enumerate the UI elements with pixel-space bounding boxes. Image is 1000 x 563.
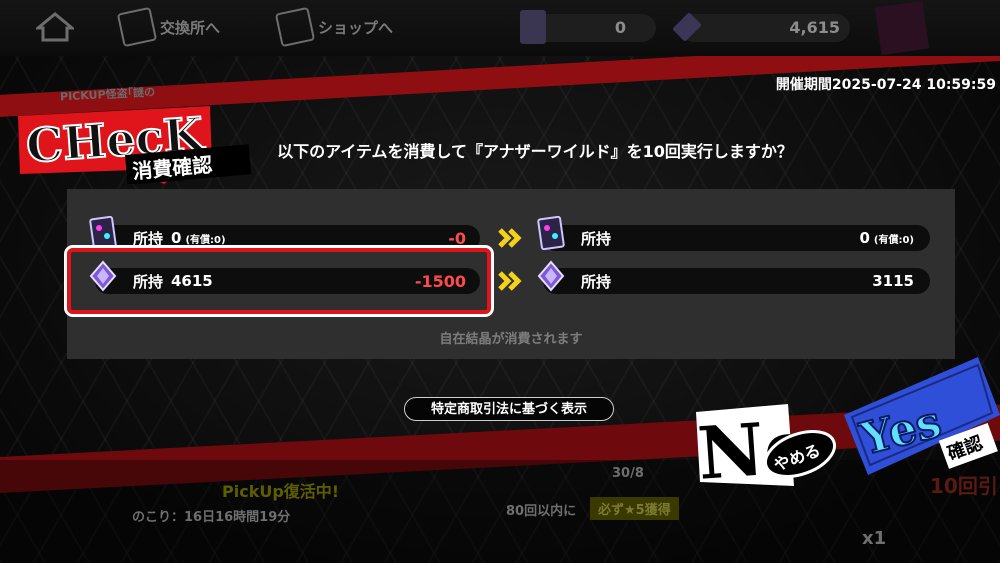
no-button[interactable]: No やめる xyxy=(690,400,840,490)
exchange-button[interactable]: 交換所へ xyxy=(116,6,221,48)
paid-crystal-after-row: 所持 0 (有償:0) xyxy=(537,216,930,251)
paid-crystal-icon xyxy=(520,10,546,44)
arrow-right-icon xyxy=(498,271,522,291)
paid-crystal-icon xyxy=(537,216,565,250)
free-crystal-icon xyxy=(672,12,702,42)
row1-delta: -0 xyxy=(448,228,466,248)
check-logo: CHecK 消費確認 xyxy=(18,106,252,184)
arrow-right-icon xyxy=(498,228,522,248)
row1-label: 所持 xyxy=(133,229,164,248)
shop-label: ショップへ xyxy=(318,18,394,37)
consumption-note: 自在結晶が消費されます xyxy=(439,332,583,347)
row1-after-label: 所持 xyxy=(581,229,612,248)
paid-currency-display: 0 xyxy=(520,10,656,44)
guarantee-text: 80回以内に xyxy=(506,504,577,519)
row2-after-label: 所持 xyxy=(581,272,612,291)
exchange-label: 交換所へ xyxy=(160,18,221,37)
row1-before-value: 0 (有償:0) xyxy=(171,229,226,247)
free-crystal-after-row: 所持 3115 xyxy=(537,260,930,294)
free-currency-value: 4,615 xyxy=(789,18,840,37)
paid-crystal-icon xyxy=(89,216,117,250)
shop-icon xyxy=(274,6,316,48)
counter-hint: 30/8 xyxy=(612,466,644,481)
highlight-box xyxy=(67,248,491,314)
free-currency-display: 4,615 xyxy=(672,12,850,42)
home-icon[interactable] xyxy=(36,12,74,42)
ticket-count: x1 xyxy=(862,528,887,549)
pickup-banner: PickUp復活中! xyxy=(222,482,340,501)
yes-button[interactable]: Yes 確認 xyxy=(838,355,1000,485)
dialog-message: 以下のアイテムを消費して『アナザーワイルド』を10回実行しますか？ xyxy=(277,142,793,161)
exchange-icon xyxy=(116,6,158,48)
free-crystal-icon xyxy=(537,260,565,292)
remaining-time: のこり：16日16時間19分 xyxy=(132,510,291,525)
character-portrait-icon[interactable] xyxy=(874,0,930,56)
event-period: 開催期間2025-07-24 10:59:59 xyxy=(775,77,996,93)
shop-button[interactable]: ショップへ xyxy=(274,6,394,48)
legal-notice-button[interactable]: 特定商取引法に基づく表示 xyxy=(404,397,614,421)
guarantee-badge: 必ず★5獲得 xyxy=(590,497,679,520)
paid-currency-value: 0 xyxy=(614,18,626,37)
top-bar: 交換所へ ショップへ 0 4,615 xyxy=(0,0,1000,56)
row1-after-value: 0 (有償:0) xyxy=(859,229,914,247)
row2-after-value: 3115 xyxy=(872,272,914,290)
